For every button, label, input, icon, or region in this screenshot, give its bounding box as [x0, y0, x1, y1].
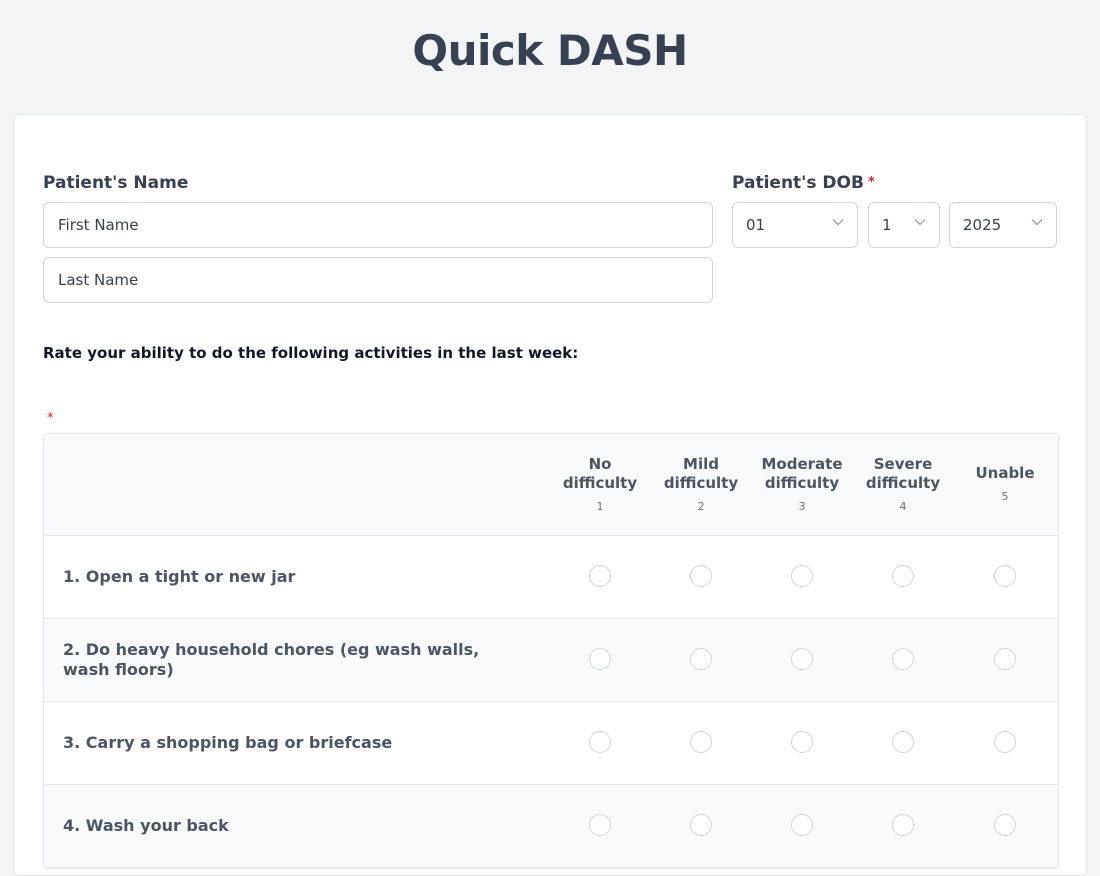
chevron-down-icon — [1031, 219, 1043, 226]
column-label: Unable — [975, 464, 1035, 482]
radio-no-difficulty[interactable] — [589, 814, 611, 836]
column-header-no-difficulty: No difficulty 1 — [550, 455, 650, 516]
matrix-row-open-jar: 1. Open a tight or new jar — [44, 536, 1058, 619]
column-header-severe-difficulty: Severe difficulty 4 — [853, 455, 953, 516]
radio-unable[interactable] — [994, 731, 1016, 753]
row-label: 2. Do heavy household chores (eg wash wa… — [63, 640, 480, 679]
radio-mild-difficulty[interactable] — [690, 814, 712, 836]
page-title: Quick DASH — [412, 26, 688, 75]
radio-moderate-difficulty[interactable] — [791, 814, 813, 836]
column-number: 1 — [596, 500, 604, 513]
dob-day-value: 1 — [882, 216, 892, 234]
column-header-moderate-difficulty: Moderate difficulty 3 — [752, 455, 852, 516]
radio-mild-difficulty[interactable] — [690, 731, 712, 753]
column-label: Severe difficulty — [865, 455, 941, 492]
patient-name-label: Patient's Name — [43, 173, 188, 193]
row-label: 1. Open a tight or new jar — [63, 567, 296, 586]
radio-severe-difficulty[interactable] — [892, 814, 914, 836]
dob-month-select[interactable]: 01 — [732, 202, 858, 248]
form-card: Patient's Name Patient's DOB* 01 1 2025 … — [13, 114, 1087, 876]
chevron-down-icon — [832, 219, 844, 226]
radio-moderate-difficulty[interactable] — [791, 648, 813, 670]
column-label: Moderate difficulty — [761, 455, 843, 492]
radio-unable[interactable] — [994, 648, 1016, 670]
dob-day-select[interactable]: 1 — [868, 202, 940, 248]
matrix-instructions: Rate your ability to do the following ac… — [43, 344, 579, 362]
matrix-row-household-chores: 2. Do heavy household chores (eg wash wa… — [44, 619, 1058, 702]
matrix-row-wash-back: 4. Wash your back — [44, 785, 1058, 868]
dob-month-value: 01 — [746, 216, 766, 234]
row-label: 4. Wash your back — [63, 816, 229, 835]
required-star: * — [867, 175, 875, 190]
first-name-input[interactable] — [43, 202, 713, 248]
column-header-unable: Unable 5 — [955, 464, 1055, 506]
column-number: 3 — [798, 500, 806, 513]
column-number: 5 — [1001, 490, 1009, 503]
column-number: 2 — [697, 500, 705, 513]
row-label: 3. Carry a shopping bag or briefcase — [63, 733, 393, 752]
radio-severe-difficulty[interactable] — [892, 565, 914, 587]
radio-no-difficulty[interactable] — [589, 648, 611, 670]
radio-no-difficulty[interactable] — [589, 565, 611, 587]
column-number: 4 — [899, 500, 907, 513]
matrix-row-shopping-bag: 3. Carry a shopping bag or briefcase — [44, 702, 1058, 785]
radio-unable[interactable] — [994, 565, 1016, 587]
chevron-down-icon — [914, 219, 926, 226]
radio-moderate-difficulty[interactable] — [791, 731, 813, 753]
radio-mild-difficulty[interactable] — [690, 648, 712, 670]
radio-severe-difficulty[interactable] — [892, 648, 914, 670]
column-header-mild-difficulty: Mild difficulty 2 — [651, 455, 751, 516]
radio-moderate-difficulty[interactable] — [791, 565, 813, 587]
radio-no-difficulty[interactable] — [589, 731, 611, 753]
radio-severe-difficulty[interactable] — [892, 731, 914, 753]
last-name-input[interactable] — [43, 257, 713, 303]
radio-unable[interactable] — [994, 814, 1016, 836]
patient-dob-label: Patient's DOB * — [732, 173, 875, 193]
rating-matrix: No difficulty 1 Mild difficulty 2 Modera… — [43, 433, 1059, 869]
column-label: No difficulty — [562, 455, 638, 492]
matrix-required-star: * — [47, 411, 54, 426]
dob-year-value: 2025 — [963, 216, 1002, 234]
dob-year-select[interactable]: 2025 — [949, 202, 1057, 248]
matrix-header-row: No difficulty 1 Mild difficulty 2 Modera… — [44, 434, 1058, 536]
patient-dob-label-text: Patient's DOB — [732, 173, 864, 193]
column-label: Mild difficulty — [663, 455, 739, 492]
patient-name-label-text: Patient's Name — [43, 173, 189, 193]
radio-mild-difficulty[interactable] — [690, 565, 712, 587]
